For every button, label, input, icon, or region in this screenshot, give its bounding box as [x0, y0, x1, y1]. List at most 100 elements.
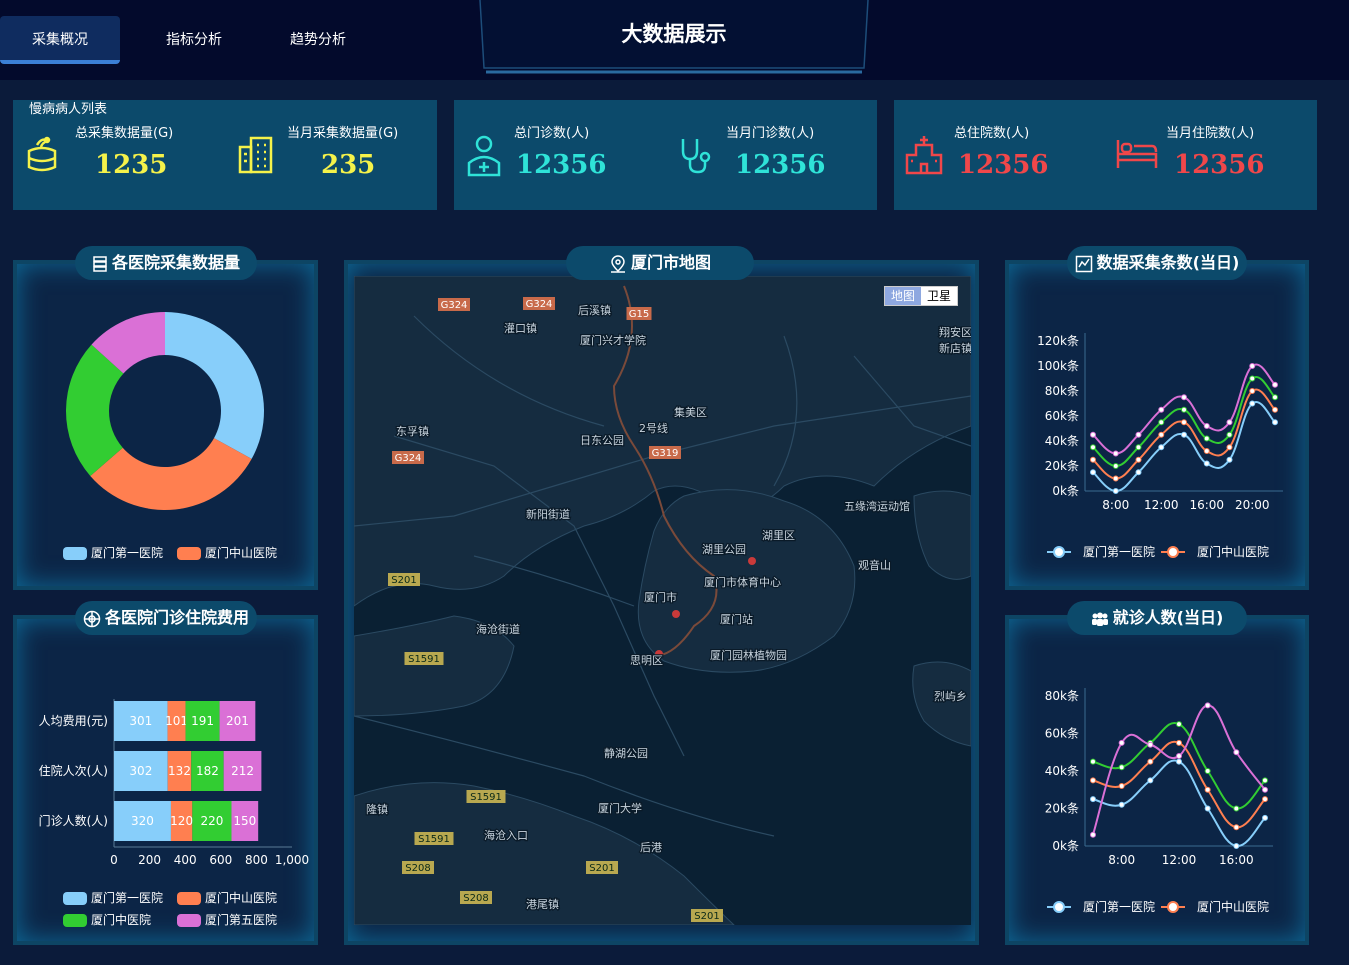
stat-label: 当月门诊数(人): [726, 126, 815, 141]
location-icon: [610, 254, 625, 273]
place-label: 灌口镇: [504, 321, 537, 335]
legend-swatch: [177, 892, 201, 905]
data-point: [1090, 777, 1096, 784]
road-label: G324: [526, 299, 553, 310]
data-point: [1249, 363, 1256, 369]
bed-icon: [1116, 140, 1158, 168]
tab-collection-overview[interactable]: 采集概况: [0, 16, 120, 64]
stat-label: 当月采集数据量(G): [287, 126, 399, 141]
data-point: [1181, 419, 1187, 426]
place-label: 东孚镇: [396, 424, 429, 438]
data-point: [1158, 406, 1165, 413]
donut-chart: 厦门第一医院 厦门中山医院: [63, 312, 277, 560]
place-label: 集美区: [674, 405, 707, 419]
legend-swatch: [177, 547, 201, 560]
y-tick-label: 40k条: [1045, 434, 1079, 448]
data-point: [1233, 843, 1240, 849]
stat-month-outpatient: 当月门诊数(人) 12356: [678, 100, 878, 210]
data-point: [1226, 431, 1233, 438]
y-tick-label: 80k条: [1045, 689, 1079, 703]
data-point: [1226, 456, 1233, 463]
panel-hospital-data-volume: 厦门第一医院 厦门中山医院: [13, 260, 318, 590]
people-icon: [1091, 612, 1108, 626]
x-tick-label: 600: [209, 853, 232, 867]
place-label: 思明区: [630, 654, 663, 667]
data-point: [1233, 749, 1240, 756]
y-tick-label: 100k条: [1037, 359, 1079, 373]
legend-marker: [1053, 546, 1065, 558]
place-label: 烈屿乡: [934, 689, 967, 703]
y-tick-label: 60k条: [1045, 409, 1079, 423]
legend-marker: [1167, 546, 1179, 558]
stat-card-outpatient: 总门诊数(人) 12356 当月门诊数(人) 12356: [454, 100, 877, 210]
data-point: [1090, 456, 1096, 463]
place-label: 隆镇: [366, 802, 388, 816]
legend-label: 厦门第一医院: [1083, 544, 1155, 559]
x-tick-label: 8:00: [1108, 853, 1135, 867]
data-point: [1176, 721, 1182, 728]
data-point: [1147, 741, 1154, 748]
panel-header-costs: 各医院门诊住院费用: [75, 601, 257, 635]
data-point: [1090, 431, 1096, 438]
place-label: 湖里公园: [702, 543, 746, 556]
y-tick-label: 40k条: [1045, 764, 1079, 778]
panel-title: 厦门市地图: [630, 253, 711, 272]
road-label: S1591: [418, 834, 450, 845]
legend-label: 厦门中山医院: [1197, 899, 1269, 914]
stat-total-data: 总采集数据量(G) 1235: [25, 100, 225, 210]
y-tick-label: 80k条: [1045, 384, 1079, 398]
data-point: [1272, 394, 1278, 401]
bar-data-label: 191: [191, 714, 214, 728]
map-mode-button[interactable]: 地图: [885, 287, 922, 305]
bar-data-label: 220: [200, 814, 223, 828]
data-point: [1112, 475, 1119, 482]
stat-label: 总门诊数(人): [514, 126, 590, 141]
legend-label: 厦门第一医院: [91, 890, 163, 905]
road-label: G15: [629, 309, 649, 320]
data-point: [1233, 824, 1240, 831]
place-label: 新店镇: [939, 341, 971, 355]
top-nav-bar: 采集概况 指标分析 趋势分析 大数据展示: [0, 0, 1349, 80]
panel-header-collect: 数据采集条数(当日): [1067, 246, 1247, 280]
y-tick-label: 20k条: [1045, 802, 1079, 816]
bar-data-label: 182: [196, 764, 219, 778]
x-tick-label: 8:00: [1102, 498, 1129, 512]
road-label: S1591: [470, 792, 502, 803]
panel-title: 各医院采集数据量: [111, 253, 240, 272]
legend-swatch: [177, 914, 201, 927]
place-label: 厦门兴才学院: [580, 333, 646, 347]
satellite-mode-button[interactable]: 卫星: [921, 287, 957, 305]
place-label: 新阳街道: [526, 507, 570, 521]
stat-card-inpatient: 总住院数(人) 12356 当月住院数(人) 12356: [894, 100, 1317, 210]
data-point: [1112, 463, 1119, 469]
list-icon: [93, 255, 107, 272]
data-point: [1135, 456, 1142, 463]
legend-label: 厦门中山医院: [205, 890, 277, 905]
tab-indicator-analysis[interactable]: 指标分析: [148, 16, 240, 64]
road-label: S1591: [408, 654, 440, 665]
data-point: [1181, 406, 1187, 413]
bar-data-label: 212: [231, 764, 254, 778]
donut-slice: [165, 312, 264, 459]
place-label: 后溪镇: [578, 303, 611, 317]
stat-total-inpatient: 总住院数(人) 12356: [904, 100, 1104, 210]
xiamen-map[interactable]: G324 G324 G324 G319 G15 S201 S1591 S1591 S1591 S2…: [354, 276, 971, 925]
stat-value: 1235: [95, 150, 168, 180]
tab-trend-analysis[interactable]: 趋势分析: [270, 16, 366, 64]
legend-label: 厦门第一医院: [1083, 899, 1155, 914]
data-point: [1204, 768, 1211, 774]
road-label: S208: [463, 893, 488, 904]
data-point: [1112, 450, 1119, 457]
road-label: S201: [694, 911, 719, 922]
y-tick-label: 20k条: [1045, 459, 1079, 473]
stat-value: 12356: [516, 150, 607, 180]
database-icon: [27, 136, 57, 172]
bar-data-label: 120: [170, 814, 193, 828]
series-line: [1092, 759, 1266, 848]
legend-label: 厦门第五医院: [205, 912, 277, 927]
data-point: [1118, 801, 1125, 808]
place-label: 2号线: [639, 421, 668, 435]
place-label: 厦门大学: [598, 801, 642, 815]
data-point: [1262, 777, 1268, 784]
y-tick-label: 0k条: [1052, 484, 1079, 498]
